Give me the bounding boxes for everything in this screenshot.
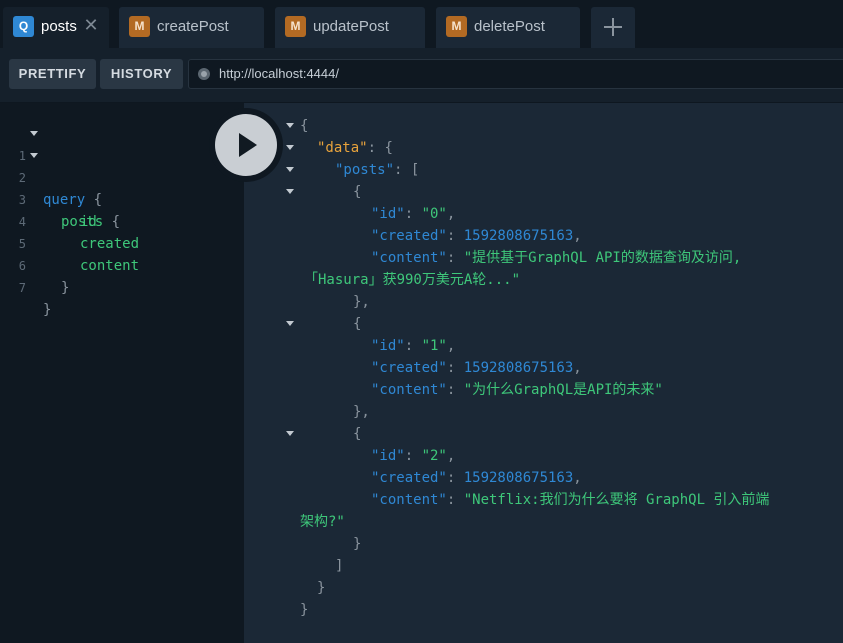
tab-deletePost[interactable]: M deletePost	[436, 7, 580, 48]
json-key-data: "data"	[317, 140, 368, 156]
add-tab-plus-icon[interactable]	[591, 7, 635, 48]
json-brace: }	[353, 536, 362, 552]
json-bracket: ]	[335, 558, 344, 574]
brace: }	[61, 280, 70, 296]
endpoint-url-input[interactable]: http://localhost:4444/	[188, 59, 843, 89]
prettify-button[interactable]: PRETTIFY	[9, 59, 96, 89]
query-editor[interactable]: 1 query { 2 posts { 3 id 4 created 5 con…	[0, 103, 244, 643]
mutation-badge: M	[129, 16, 150, 37]
post-created-value: 1592808675163	[463, 360, 574, 376]
editor-line: 4 created	[0, 189, 139, 252]
tab-updatePost[interactable]: M updatePost	[275, 7, 425, 48]
endpoint-url-text: http://localhost:4444/	[219, 66, 339, 81]
json-line-posts: "posts": [	[335, 162, 420, 178]
tab-label: deletePost	[474, 18, 545, 35]
json-line-content: "content": "Netflix:我们为什么要将 GraphQL 引入前端	[371, 492, 770, 508]
query-keyword: query	[43, 192, 86, 208]
editor-line: 2 posts {	[0, 145, 120, 230]
field-created: created	[80, 236, 140, 252]
brace: }	[43, 302, 52, 318]
tab-label: updatePost	[313, 18, 389, 35]
execute-button-ring	[209, 108, 283, 182]
json-key-posts: "posts"	[335, 162, 395, 178]
fold-arrow-icon[interactable]	[30, 153, 38, 158]
editor-line: 5 content	[0, 211, 139, 274]
json-line-id: "id": "0",	[371, 206, 456, 222]
fold-arrow-icon[interactable]	[30, 131, 38, 136]
post-id-value: "1"	[421, 338, 447, 354]
json-brace: },	[353, 404, 370, 420]
editor-line: 6 }	[0, 233, 70, 296]
line-number: 7	[18, 281, 26, 295]
editor-line: 1 query {	[0, 123, 102, 208]
json-brace: {	[300, 118, 309, 134]
json-line-created: "created": 1592808675163,	[371, 228, 582, 244]
json-brace: {	[353, 316, 362, 332]
execute-query-play-icon[interactable]	[215, 114, 277, 176]
field-content: content	[80, 258, 140, 274]
post-content-value: "提供基于GraphQL API的数据查询及访问,	[463, 250, 742, 266]
post-id-value: "0"	[421, 206, 447, 222]
post-created-value: 1592808675163	[463, 470, 574, 486]
post-content-value: "Netflix:我们为什么要将 GraphQL 引入前端	[463, 492, 770, 508]
tab-label: posts	[41, 18, 77, 35]
mutation-badge: M	[446, 16, 467, 37]
fold-arrow-icon[interactable]	[286, 321, 294, 326]
json-line-content: "content": "为什么GraphQL是API的未来"	[371, 382, 663, 398]
brace: {	[93, 192, 103, 208]
json-brace: }	[300, 602, 309, 618]
json-line-data: "data": {	[317, 140, 393, 156]
json-line-id: "id": "2",	[371, 448, 456, 464]
history-button[interactable]: HISTORY	[100, 59, 183, 89]
toolbar: PRETTIFY HISTORY http://localhost:4444/	[0, 48, 843, 103]
tab-label: createPost	[157, 18, 229, 35]
brace: {	[111, 214, 121, 230]
json-line-created: "created": 1592808675163,	[371, 470, 582, 486]
json-brace: {	[353, 426, 362, 442]
post-id-value: "2"	[421, 448, 447, 464]
tab-createPost[interactable]: M createPost	[119, 7, 264, 48]
json-line-id: "id": "1",	[371, 338, 456, 354]
post-created-value: 1592808675163	[463, 228, 574, 244]
post-content-value-wrap: 架构?"	[300, 514, 345, 530]
json-brace: }	[317, 580, 326, 596]
tab-bar: Q posts ✕ M createPost M updatePost M de…	[0, 0, 843, 48]
json-line-created: "created": 1592808675163,	[371, 360, 582, 376]
post-content-value-wrap: 「Hasura」获990万美元A轮..."	[304, 272, 521, 288]
json-line-content: "content": "提供基于GraphQL API的数据查询及访问,	[371, 250, 742, 266]
result-viewer[interactable]: { "data": { "posts": [ { "id": "0", "cre…	[244, 103, 843, 643]
fold-arrow-icon[interactable]	[286, 167, 294, 172]
close-icon[interactable]: ✕	[83, 16, 99, 36]
json-brace: },	[353, 294, 370, 310]
query-badge: Q	[13, 16, 34, 37]
fold-arrow-icon[interactable]	[286, 431, 294, 436]
tab-posts[interactable]: Q posts ✕	[3, 7, 109, 48]
post-content-value: "为什么GraphQL是API的未来"	[463, 382, 663, 398]
fold-arrow-icon[interactable]	[286, 145, 294, 150]
fold-arrow-icon[interactable]	[286, 123, 294, 128]
connection-status-icon	[198, 68, 210, 80]
json-brace: {	[353, 184, 362, 200]
fold-arrow-icon[interactable]	[286, 189, 294, 194]
field-id: id	[80, 214, 97, 230]
editor-line: 3 id	[0, 167, 97, 230]
editor-line: 7 }	[0, 255, 52, 318]
mutation-badge: M	[285, 16, 306, 37]
